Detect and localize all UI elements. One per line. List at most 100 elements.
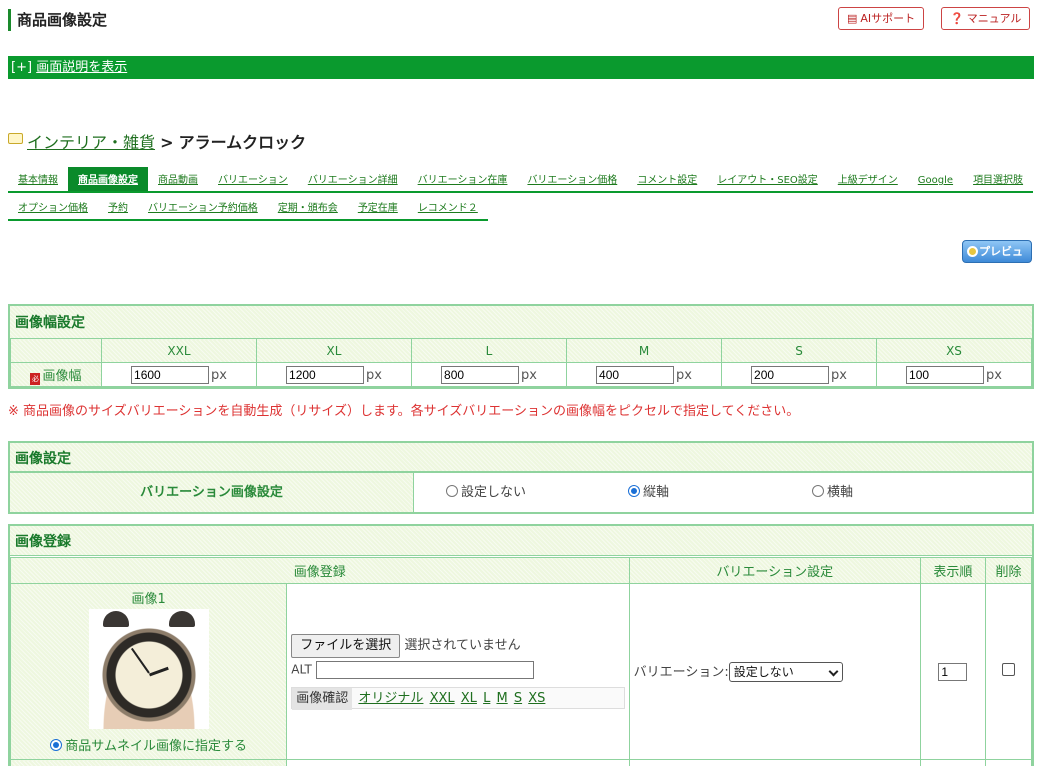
tab-variation-detail[interactable]: バリエーション詳細: [298, 167, 408, 191]
tab-option-price[interactable]: オプション価格: [8, 195, 98, 219]
unit-label: px: [366, 367, 382, 383]
page-title: 商品画像設定: [8, 9, 107, 31]
tab-item-options[interactable]: 項目選択肢: [963, 167, 1033, 191]
tab-basic-info[interactable]: 基本情報: [8, 167, 68, 191]
display-order-input[interactable]: [938, 662, 968, 681]
variation-image-label: バリエーション画像設定: [10, 473, 414, 512]
alt-input[interactable]: [315, 661, 534, 679]
tab-product-video[interactable]: 商品動画: [148, 167, 208, 191]
chat-icon: ▤: [847, 12, 858, 25]
radio-option-horizontal[interactable]: 横軸: [812, 473, 853, 512]
image-width-title: 画像幅設定: [10, 306, 1032, 338]
radio-option-none[interactable]: 設定しない: [446, 473, 526, 512]
image-registration-section: 画像登録 画像登録 バリエーション設定 表示順 削除 画像1 商品サムネイル画像…: [8, 524, 1034, 766]
variation-select[interactable]: 設定しない: [728, 662, 843, 683]
link-m[interactable]: M: [496, 691, 507, 706]
tab-bar-secondary: オプション価格 予約 バリエーション予約価格 定期・頒布会 予定在庫 レコメンド…: [8, 195, 488, 221]
image-width-section: 画像幅設定 XXL XL L M S XS 必画像幅 px px px px p…: [8, 304, 1034, 389]
file-status: 選択されていません: [404, 638, 521, 653]
image-registration-title: 画像登録: [10, 526, 1032, 556]
radio-icon-checked: [628, 485, 640, 497]
resize-note: ※ 商品画像のサイズバリエーションを自動生成（リサイズ）します。各サイズバリエー…: [8, 404, 800, 419]
column-header-image: 画像登録: [10, 557, 630, 584]
choose-file-button[interactable]: ファイルを選択: [291, 634, 401, 658]
width-input-xs[interactable]: [906, 365, 985, 384]
tab-product-image[interactable]: 商品画像設定: [68, 167, 148, 191]
tab-planned-stock[interactable]: 予定在庫: [348, 195, 408, 219]
radio-option-vertical[interactable]: 縦軸: [628, 473, 669, 512]
image-confirm-links: 画像確認 オリジナル XXL XL L M S XS: [291, 687, 625, 710]
unit-label: px: [831, 367, 847, 383]
radio-label-vertical: 縦軸: [643, 485, 670, 500]
tab-layout-seo[interactable]: レイアウト・SEO設定: [707, 167, 828, 191]
tab-subscription[interactable]: 定期・頒布会: [268, 195, 348, 219]
width-input-l[interactable]: [441, 365, 520, 384]
preview-button[interactable]: プレビュー: [962, 240, 1032, 279]
image-row: 画像1 商品サムネイル画像に指定する ファイルを選択 選択されていません ALT: [10, 583, 1032, 760]
tab-google[interactable]: Google: [908, 167, 963, 191]
unit-label: px: [211, 367, 227, 383]
link-l[interactable]: L: [483, 691, 490, 706]
unit-label: px: [521, 367, 537, 383]
manual-label: マニュアル: [966, 12, 1022, 25]
tab-bar-primary: 基本情報 商品画像設定 商品動画 バリエーション バリエーション詳細 バリエーシ…: [8, 167, 1034, 193]
radio-label-none: 設定しない: [461, 485, 527, 500]
image-settings-section: 画像設定 バリエーション画像設定 設定しない 縦軸 横軸: [8, 441, 1034, 514]
radio-icon-checked: [50, 739, 63, 751]
delete-checkbox[interactable]: [1001, 663, 1015, 676]
tab-variation-price[interactable]: バリエーション価格: [517, 167, 627, 191]
link-original[interactable]: オリジナル: [358, 691, 423, 706]
breadcrumb-separator: >: [160, 133, 174, 152]
width-input-xl[interactable]: [286, 365, 365, 384]
help-icon: ❓: [950, 12, 964, 25]
image-confirm-label: 画像確認: [292, 688, 353, 710]
link-xxl[interactable]: XXL: [430, 691, 455, 706]
radio-icon: [446, 485, 458, 497]
ai-support-button[interactable]: ▤ AIサポート: [838, 7, 925, 30]
width-input-xxl[interactable]: [131, 365, 210, 384]
magnifier-icon: [967, 246, 978, 257]
folder-icon: [8, 133, 23, 144]
tab-comment-settings[interactable]: コメント設定: [627, 167, 707, 191]
column-header-variation: バリエーション設定: [628, 557, 921, 584]
link-xl[interactable]: XL: [461, 691, 477, 706]
width-input-s[interactable]: [751, 365, 830, 384]
thumbnail-label: 商品サムネイル画像に指定する: [65, 739, 247, 754]
size-header-xl: XL: [256, 338, 412, 363]
link-s[interactable]: S: [514, 691, 522, 706]
image-width-table: XXL XL L M S XS 必画像幅 px px px px px px: [10, 338, 1032, 387]
unit-label: px: [676, 367, 692, 383]
tab-advanced-design[interactable]: 上級デザイン: [828, 167, 908, 191]
size-header-m: M: [566, 338, 722, 363]
unit-label: px: [986, 367, 1002, 383]
variation-label: バリエーション:: [633, 664, 729, 680]
manual-button[interactable]: ❓ マニュアル: [941, 7, 1031, 30]
column-header-delete: 削除: [984, 557, 1032, 584]
link-xs[interactable]: XS: [528, 691, 545, 706]
image-settings-title: 画像設定: [10, 443, 1032, 473]
radio-label-horizontal: 横軸: [827, 485, 854, 500]
alt-label: ALT: [291, 662, 312, 677]
column-header-order: 表示順: [919, 557, 986, 584]
image-width-label: 必画像幅: [10, 362, 102, 387]
description-toggle[interactable]: [+]: [11, 60, 32, 75]
size-header-l: L: [411, 338, 567, 363]
breadcrumb-product: アラームクロック: [178, 133, 307, 152]
breadcrumb: インテリア・雑貨 > アラームクロック: [8, 132, 306, 154]
image-registration-table: 画像登録 バリエーション設定 表示順 削除 画像1 商品サムネイル画像に指定する…: [10, 557, 1032, 766]
show-description-link[interactable]: 画面説明を表示: [36, 60, 127, 75]
width-input-m[interactable]: [596, 365, 675, 384]
tab-variation[interactable]: バリエーション: [208, 167, 298, 191]
breadcrumb-category[interactable]: インテリア・雑貨: [27, 133, 155, 152]
size-header-s: S: [721, 338, 877, 363]
product-thumbnail-image: [88, 609, 209, 729]
tab-variation-stock[interactable]: バリエーション在庫: [408, 167, 518, 191]
size-header-xxl: XXL: [101, 338, 257, 363]
tab-recommend2[interactable]: レコメンド２: [408, 195, 488, 219]
thumbnail-radio[interactable]: 商品サムネイル画像に指定する: [11, 735, 286, 754]
description-bar: [+] 画面説明を表示: [8, 56, 1034, 79]
tab-variation-reservation-price[interactable]: バリエーション予約価格: [138, 195, 268, 219]
image1-label: 画像1: [131, 592, 166, 607]
ai-support-label: AIサポート: [860, 12, 916, 25]
tab-reservation[interactable]: 予約: [98, 195, 138, 219]
